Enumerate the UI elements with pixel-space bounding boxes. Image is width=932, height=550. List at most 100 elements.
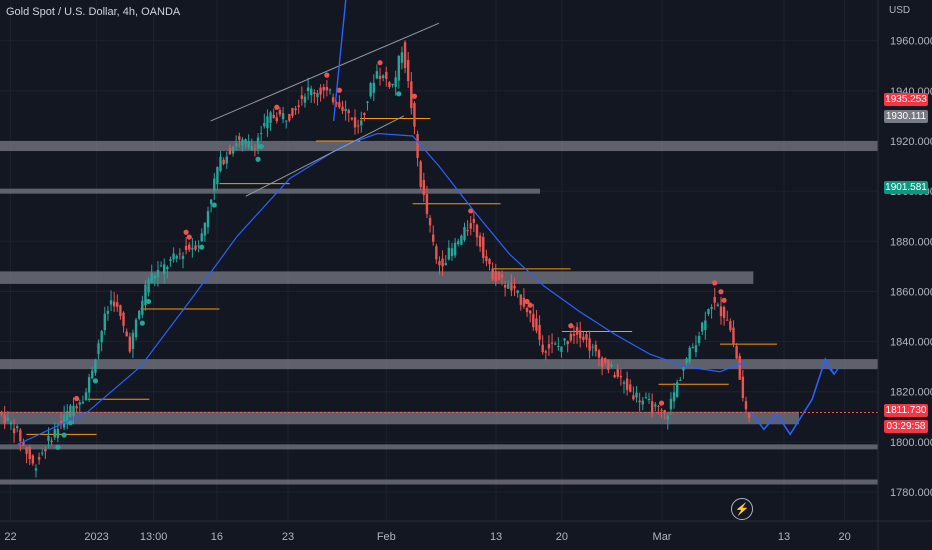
candle-body (594, 344, 598, 352)
candle-body (432, 234, 435, 242)
candle-body (316, 93, 319, 98)
candle-body (106, 310, 110, 314)
candle-body (453, 242, 457, 256)
candle-body (722, 307, 726, 318)
candle-body (560, 346, 563, 352)
price-badge-red: 1935.253 (884, 93, 928, 106)
x-tick-label: 20 (839, 531, 851, 543)
price-axis[interactable]: 1780.000 1800.000 1820.000 1840.000 1860.000… (877, 0, 932, 550)
candle-body (375, 71, 379, 79)
signal-dot (186, 234, 192, 240)
candle-body (604, 358, 607, 363)
signal-dot (411, 93, 418, 99)
candle-body (341, 106, 344, 111)
candle-body (175, 255, 178, 259)
candle-body (94, 360, 97, 373)
candle-body (225, 156, 228, 164)
candle-body (735, 346, 738, 359)
lightning-icon[interactable]: ⚡ (731, 498, 753, 520)
candle-body (435, 246, 438, 260)
zone-band (0, 141, 878, 152)
candle-body (169, 259, 172, 261)
candle-body (482, 237, 485, 258)
candle-body (525, 308, 529, 312)
signal-dot (258, 143, 264, 150)
candle-body (697, 335, 701, 344)
candle-body (497, 271, 501, 280)
candle-body (209, 199, 213, 204)
candle-body (91, 370, 94, 379)
candle-body (259, 133, 263, 135)
candle-body (97, 343, 100, 354)
candle-body (134, 319, 138, 338)
candle-body (675, 382, 679, 397)
candle-body (69, 405, 72, 418)
candle-body (707, 309, 710, 315)
candle-body (241, 139, 244, 146)
candle-body (632, 395, 635, 400)
candle-body (219, 156, 222, 171)
candle-body (747, 412, 751, 418)
candle-body (591, 346, 594, 348)
candle-body (657, 405, 660, 407)
candle-body (363, 113, 366, 116)
candle-body (738, 355, 741, 380)
zone-band (0, 271, 754, 284)
candle-body (16, 426, 19, 429)
signal-dot (74, 395, 80, 402)
candle-body (247, 141, 250, 148)
candle-body (672, 392, 676, 402)
candle-body (72, 405, 75, 416)
candle-body (278, 109, 282, 115)
x-tick-label: 20 (556, 531, 568, 543)
signal-dot (396, 91, 402, 97)
candle-body (288, 114, 291, 121)
candle-body (726, 319, 729, 321)
candle-body (328, 89, 332, 91)
candle-body (478, 235, 482, 247)
candle-body (625, 378, 629, 390)
candle-body (569, 333, 573, 341)
candle-body (385, 71, 388, 79)
symbol-title: Gold Spot / U.S. Dollar, 4h, OANDA (6, 6, 181, 18)
candle-body (553, 343, 557, 345)
candle-body (544, 351, 548, 353)
candle-body (188, 244, 191, 250)
candle-body (266, 116, 269, 129)
x-tick-label: 13 (778, 531, 790, 543)
candle-body (137, 310, 141, 319)
candle-body (550, 342, 554, 344)
x-tick-label: 22 (4, 531, 16, 543)
candle-body (582, 336, 585, 341)
candle-body (519, 294, 522, 305)
candle-body (122, 312, 125, 326)
candle-body (128, 336, 132, 352)
price-chart[interactable]: 1780.000 1800.000 1820.000 1840.000 1860.000… (0, 0, 932, 550)
candle-body (28, 447, 31, 460)
candle-body (535, 318, 538, 331)
candle-body (491, 268, 494, 280)
candle-body (457, 241, 460, 244)
candle-body (147, 279, 150, 293)
candle-body (281, 113, 285, 120)
candle-body (59, 421, 63, 424)
time-axis[interactable]: 22 2023 13:00 16 23 Feb 13 20 Mar 13 20 (0, 520, 932, 543)
y-tick-label: 1800.000 (890, 437, 932, 449)
candle-body (116, 302, 119, 307)
candle-body (447, 247, 451, 260)
candle-body (163, 264, 166, 274)
candle-body (216, 166, 219, 185)
candle-body (516, 290, 519, 294)
candle-body (372, 82, 375, 93)
candle-body (369, 83, 372, 97)
zone-band (0, 359, 878, 370)
candle-body (291, 108, 294, 116)
candle-body (19, 429, 22, 442)
candle-body (75, 406, 78, 409)
candle-body (310, 88, 313, 95)
candle-body (50, 440, 53, 443)
candle-body (460, 235, 463, 245)
candle-body (428, 217, 432, 226)
x-tick-label: Feb (377, 531, 396, 543)
bar-countdown: 03:29:58 (884, 420, 928, 433)
